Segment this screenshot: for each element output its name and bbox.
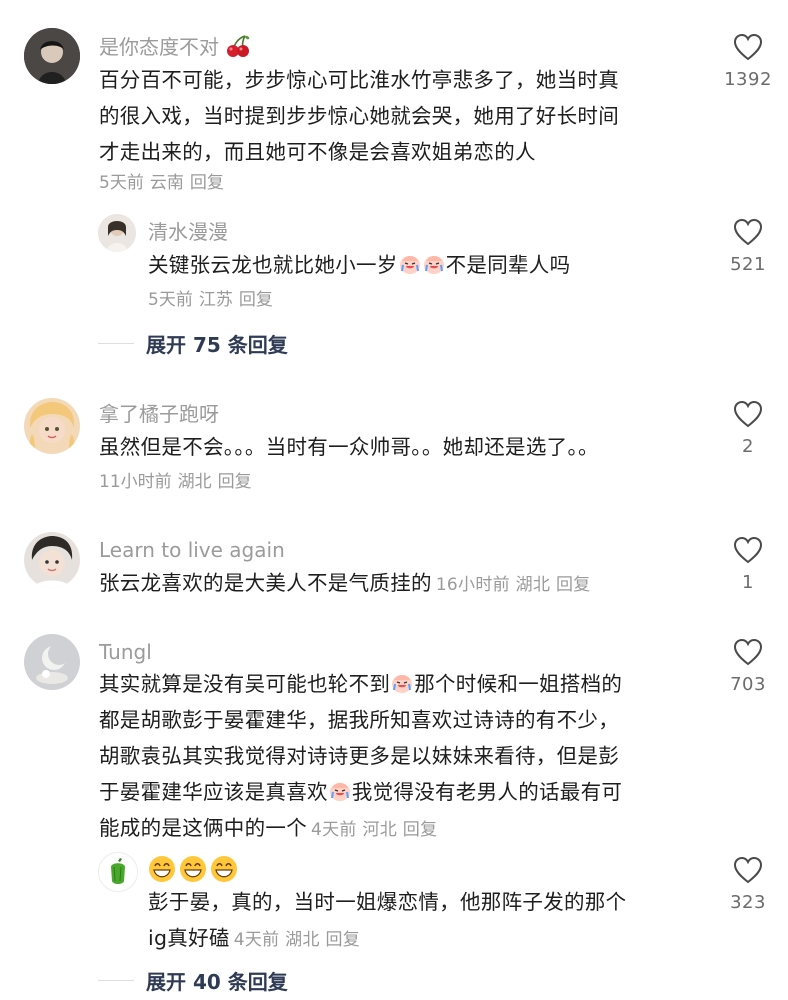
like-count: 323: [730, 892, 766, 913]
comment-meta: 5天前 云南 回复: [99, 171, 224, 195]
like-count: 703: [730, 674, 766, 695]
like-count: 521: [730, 254, 766, 275]
timestamp: 4天前: [233, 930, 280, 950]
timestamp: 5天前: [148, 290, 193, 310]
avatar[interactable]: [98, 214, 136, 252]
reply-button[interactable]: 回复: [218, 472, 252, 492]
reply-button[interactable]: 回复: [239, 290, 273, 310]
divider: [98, 979, 134, 982]
reply-meta: 5天前 江苏 回复: [148, 288, 273, 312]
reply-button[interactable]: 回复: [403, 820, 438, 840]
timestamp: 4天前: [311, 820, 357, 840]
location: 河北: [362, 820, 398, 840]
like-count: 1392: [724, 69, 772, 90]
like-button[interactable]: 521: [713, 218, 783, 276]
timestamp: 5天前: [99, 173, 144, 193]
comment-meta: 11小时前 湖北 回复: [99, 470, 252, 494]
comment-meta: 4天前 河北 回复: [311, 820, 437, 840]
avatar[interactable]: [24, 634, 80, 690]
username[interactable]: 拿了橘子跑呀: [99, 401, 219, 427]
avatar[interactable]: [24, 532, 80, 588]
like-button[interactable]: 703: [713, 638, 783, 696]
username[interactable]: Learn to live again: [99, 537, 285, 563]
heart-icon: [733, 33, 763, 61]
heart-icon: [733, 536, 763, 564]
heart-icon: [733, 218, 763, 246]
comment-text: 张云龙喜欢的是大美人不是气质挂的 16小时前 湖北 回复: [99, 571, 591, 595]
like-button[interactable]: 2: [713, 400, 783, 458]
username[interactable]: Tungl: [99, 639, 152, 665]
grinning-emoji: [179, 855, 207, 883]
username[interactable]: [148, 855, 241, 885]
like-count: 1: [742, 572, 754, 593]
crying-emoji: [422, 250, 446, 274]
comment-text: 百分百不可能，步步惊心可比淮水竹亭悲多了，她当时真 的很入戏，当时提到步步惊心她…: [99, 68, 619, 164]
heart-icon: [733, 400, 763, 428]
timestamp: 11小时前: [99, 472, 172, 492]
crying-emoji: [398, 250, 422, 274]
reply-meta: 4天前 湖北 回复: [234, 930, 360, 950]
heart-icon: [733, 638, 763, 666]
heart-icon: [733, 856, 763, 884]
divider: [98, 342, 134, 345]
grinning-emoji: [210, 855, 238, 883]
like-button[interactable]: 1392: [713, 33, 783, 91]
expand-label: 展开 40 条回复: [146, 970, 288, 994]
location: 湖北: [515, 575, 551, 595]
expand-replies-button[interactable]: 展开 75 条回复: [98, 329, 288, 358]
avatar[interactable]: [24, 28, 80, 84]
timestamp: 16小时前: [435, 575, 510, 595]
grinning-emoji: [148, 855, 176, 883]
location: 云南: [149, 173, 184, 193]
cherry-emoji: [225, 34, 251, 58]
comment-text: 其实就算是没有吴可能也轮不到 那个时候和一姐搭档的 都是胡歌彭于晏霍建华，据我所知…: [99, 666, 719, 848]
reply-button[interactable]: 回复: [190, 173, 224, 193]
location: 湖北: [177, 472, 212, 492]
like-count: 2: [742, 436, 754, 457]
reply-button[interactable]: 回复: [325, 930, 360, 950]
like-button[interactable]: 323: [713, 856, 783, 914]
comment-meta: 16小时前 湖北 回复: [436, 575, 591, 595]
expand-label: 展开 75 条回复: [146, 333, 288, 357]
crying-emoji: [328, 777, 352, 801]
location: 江苏: [198, 290, 233, 310]
avatar[interactable]: [98, 852, 138, 892]
like-button[interactable]: 1: [713, 536, 783, 594]
reply-text: 彭于晏，真的，当时一姐爆恋情，他那阵子发的那个 ig真好磕 4天前 湖北 回复: [148, 890, 627, 950]
location: 湖北: [285, 930, 320, 950]
reply-button[interactable]: 回复: [556, 575, 591, 595]
reply-text: 关键张云龙也就比她小一岁 不是同辈人吗: [148, 247, 708, 283]
username[interactable]: 是你态度不对: [99, 34, 251, 60]
avatar[interactable]: [24, 398, 80, 454]
username[interactable]: 清水漫漫: [148, 219, 228, 245]
comment-text: 虽然但是不会。。。当时有一众帅哥。。她却还是选了。。: [99, 435, 599, 459]
crying-emoji: [390, 669, 414, 693]
expand-replies-button[interactable]: 展开 40 条回复: [98, 966, 288, 995]
